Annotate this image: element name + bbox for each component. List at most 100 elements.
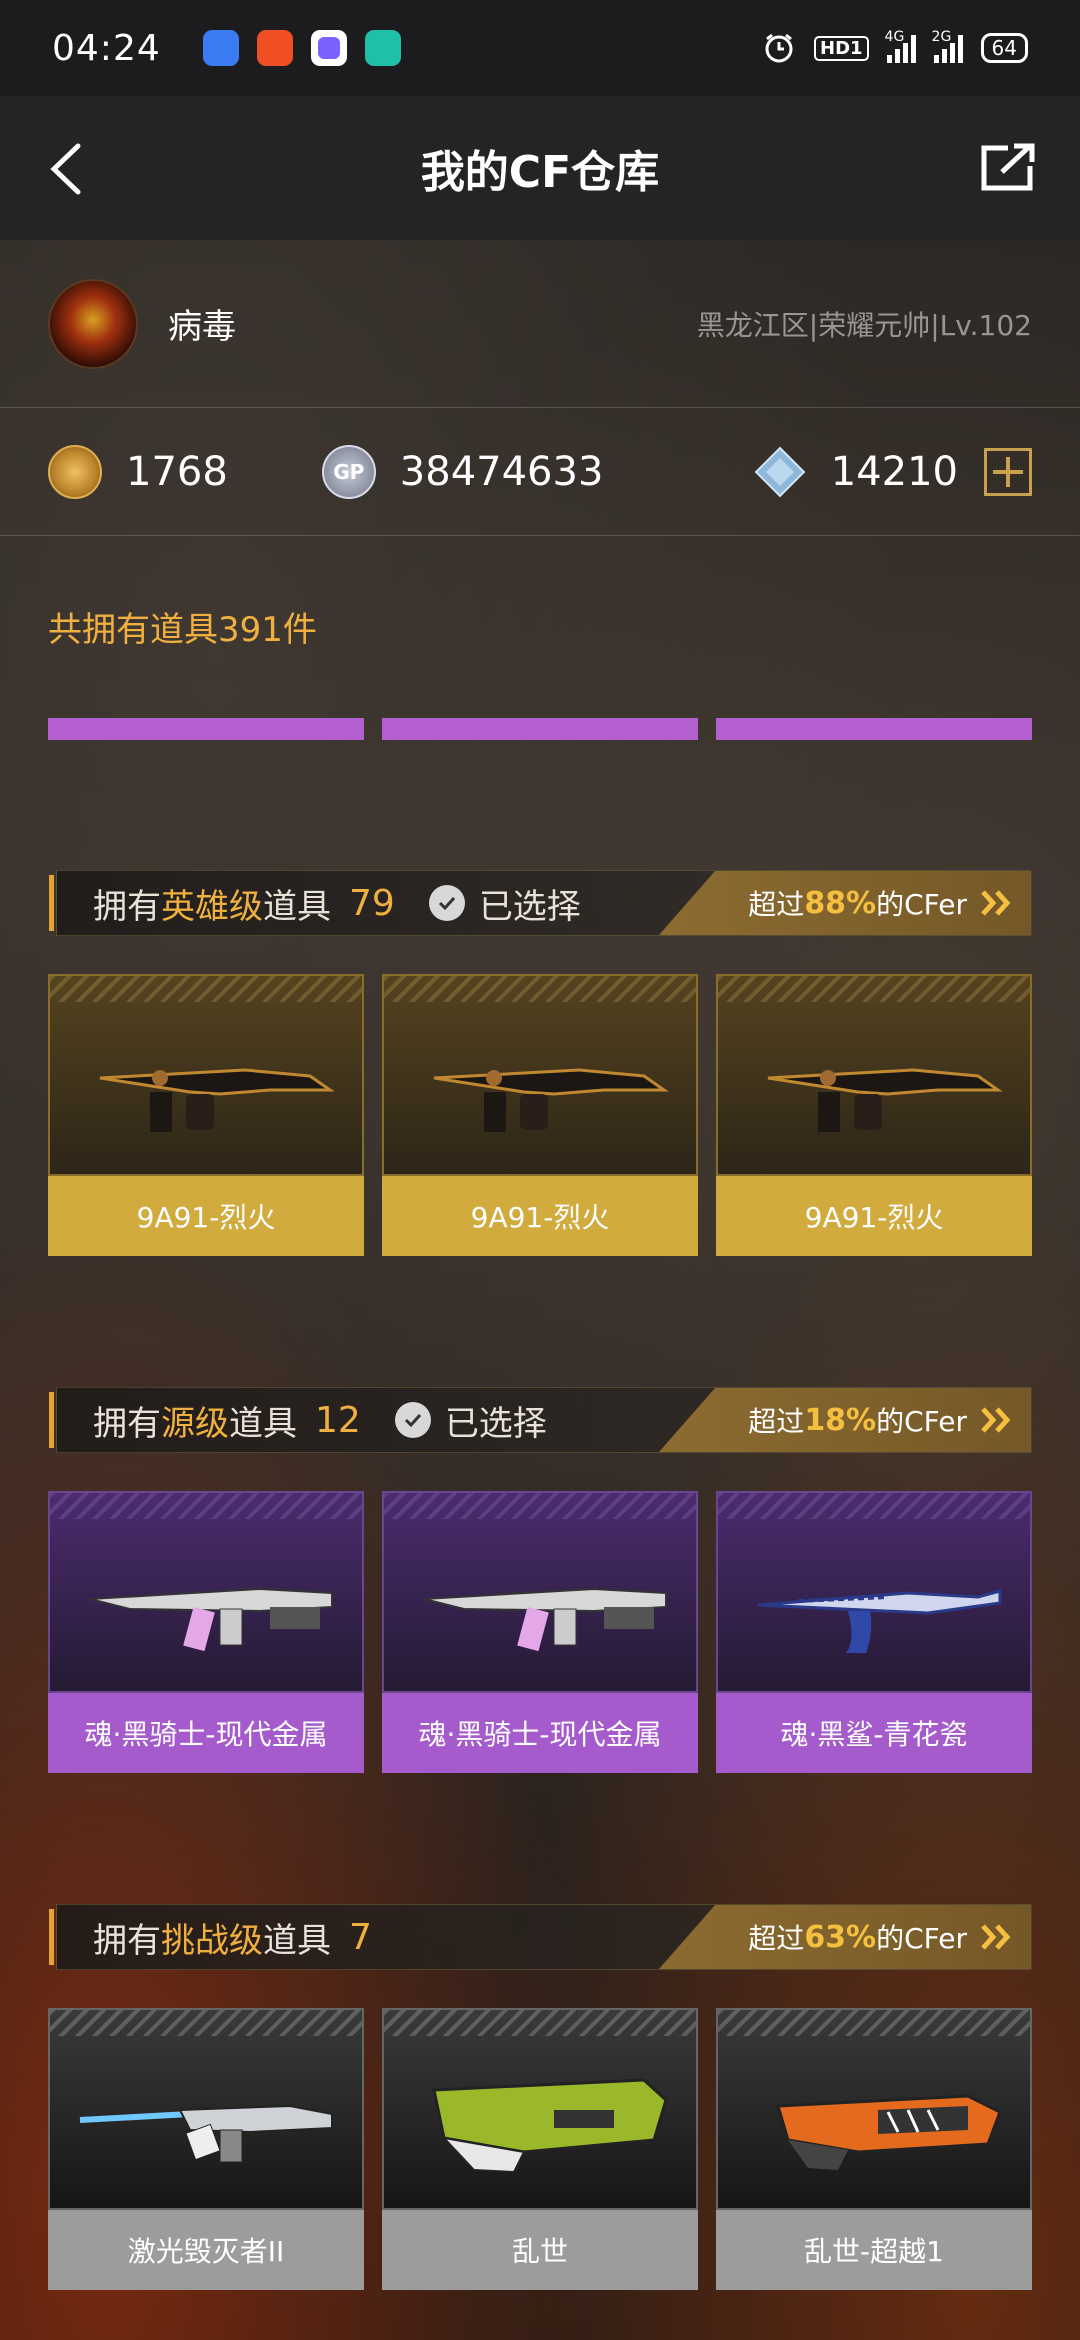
signal-icon: 2G (932, 29, 963, 63)
cf-coin-icon (48, 444, 102, 499)
item-image (382, 2008, 698, 2210)
item-image (716, 1491, 1032, 1693)
signal-type-label: 4G (884, 29, 905, 45)
diamond-icon (754, 446, 806, 497)
selected-label: 已选择 (478, 886, 581, 927)
rank-tag[interactable]: 超过 88% 的CFer (659, 871, 1031, 935)
share-external-icon[interactable] (980, 142, 1036, 192)
double-chevron-right-icon (981, 1924, 1011, 1950)
currency-row: 1768 GP 38474633 14210 (0, 408, 1080, 536)
alarm-icon (765, 33, 793, 63)
item-name: 魂·黑骑士-现代金属 (382, 1693, 698, 1773)
section-label: 拥有挑战级道具 (93, 1913, 331, 1962)
item-card[interactable]: 魂·黑骑士-现代金属 (48, 1491, 364, 1773)
player-nickname: 病毒 (168, 307, 236, 347)
item-name: 魂·黑骑士-现代金属 (48, 1693, 364, 1773)
purple-bar (716, 718, 1032, 740)
check-icon[interactable] (428, 885, 465, 921)
item-card[interactable]: 魂·黑鲨-青花瓷 (716, 1491, 1032, 1773)
rifle-icon (767, 1068, 1003, 1132)
gp-points-value: 38474633 (399, 448, 604, 495)
item-image (716, 974, 1032, 1176)
section-suffix: 道具 (263, 886, 331, 927)
section-prefix: 拥有 (93, 886, 161, 927)
gp-coin-icon: GP (321, 444, 376, 499)
chevron-left-icon[interactable] (44, 142, 94, 196)
item-name: 乱世-超越1 (716, 2210, 1032, 2290)
item-card[interactable]: 9A91-烈火 (382, 974, 698, 1256)
section-prefix: 拥有 (93, 1403, 161, 1444)
cf-points-value: 1768 (126, 448, 228, 495)
rank-pct: 63% (804, 1919, 877, 1955)
avatar[interactable] (48, 278, 138, 369)
rifle-icon (99, 1068, 335, 1132)
rifle-icon (433, 1068, 669, 1132)
item-name: 9A91-烈火 (48, 1176, 364, 1256)
item-image (382, 1491, 698, 1693)
section-count: 12 (315, 1399, 361, 1441)
item-card[interactable]: 9A91-烈火 (716, 974, 1032, 1256)
challenge-section-header[interactable]: 拥有挑战级道具 7 超过 63% 的CFer (49, 1904, 1032, 1970)
selected-label: 已选择 (444, 1403, 547, 1444)
cf-points: 1768 (48, 444, 228, 499)
item-card[interactable]: 9A91-烈火 (48, 974, 364, 1256)
status-bar: 04:24 HD1 4G 2G 64 (0, 0, 1080, 96)
rank-prefix: 超过 (748, 888, 805, 921)
rank-tag[interactable]: 超过 18% 的CFer (659, 1388, 1031, 1452)
section-count: 7 (349, 1916, 372, 1958)
plus-icon[interactable] (984, 447, 1032, 496)
rifle-icon (432, 2078, 668, 2174)
source-items-grid: 魂·黑骑士-现代金属 魂·黑骑士-现代金属 魂·黑鲨-青花瓷 (48, 1491, 1032, 1773)
rank-tag[interactable]: 超过 63% 的CFer (659, 1905, 1031, 1969)
section-grade: 挑战级 (161, 1920, 263, 1961)
hd-voice-icon: HD1 (814, 35, 869, 61)
item-name: 9A91-烈火 (382, 1176, 698, 1256)
purple-bars (48, 718, 1032, 740)
page-title: 我的CF仓库 (420, 147, 660, 198)
item-card[interactable]: 激光毁灭者II (48, 2008, 364, 2290)
player-rank-info: 黑龙江区|荣耀元帅|Lv.102 (696, 308, 1032, 342)
item-name: 激光毁灭者II (48, 2210, 364, 2290)
purple-bar (48, 718, 364, 740)
item-card[interactable]: 魂·黑骑士-现代金属 (382, 1491, 698, 1773)
section-suffix: 道具 (229, 1403, 297, 1444)
section-suffix: 道具 (263, 1920, 331, 1961)
app-header: 我的CF仓库 (0, 96, 1080, 240)
item-image (716, 2008, 1032, 2210)
source-section-header[interactable]: 拥有源级道具 12 已选择 超过 18% 的CFer (49, 1387, 1032, 1453)
double-chevron-right-icon (981, 1407, 1011, 1433)
notification-app-icon (364, 30, 401, 66)
rifle-icon (79, 2104, 333, 2163)
item-name: 乱世 (382, 2210, 698, 2290)
gp-coin-label: GP (333, 459, 365, 484)
rank-prefix: 超过 (748, 1922, 805, 1955)
item-card[interactable]: 乱世 (382, 2008, 698, 2290)
battery-icon: 64 (980, 33, 1028, 63)
section-grade: 源级 (161, 1403, 229, 1444)
item-image (382, 974, 698, 1176)
signal-type-label: 2G (931, 29, 952, 45)
rifle-icon (757, 1589, 1002, 1653)
notification-app-icon (202, 30, 239, 66)
rank-suffix: 的CFer (876, 888, 967, 921)
double-chevron-right-icon (981, 890, 1011, 916)
check-icon[interactable] (394, 1402, 431, 1438)
rank-pct: 18% (804, 1402, 877, 1438)
item-name: 魂·黑鲨-青花瓷 (716, 1693, 1032, 1773)
item-image (48, 1491, 364, 1693)
section-label: 拥有英雄级道具 (93, 879, 331, 928)
notification-app-icon (256, 30, 293, 66)
rank-suffix: 的CFer (876, 1922, 967, 1955)
challenge-items-grid: 激光毁灭者II 乱世 乱世-超越1 (48, 2008, 1032, 2290)
section-grade: 英雄级 (161, 886, 263, 927)
notification-app-icons (202, 30, 401, 66)
status-time: 04:24 (52, 27, 161, 69)
diamond-value: 14210 (830, 448, 958, 495)
hero-section-header[interactable]: 拥有英雄级道具 79 已选择 超过 88% 的CFer (49, 870, 1032, 936)
section-prefix: 拥有 (93, 1920, 161, 1961)
item-image (48, 974, 364, 1176)
rank-prefix: 超过 (748, 1405, 805, 1438)
item-card[interactable]: 乱世-超越1 (716, 2008, 1032, 2290)
rifle-icon (776, 2094, 1002, 2170)
rank-suffix: 的CFer (876, 1405, 967, 1438)
